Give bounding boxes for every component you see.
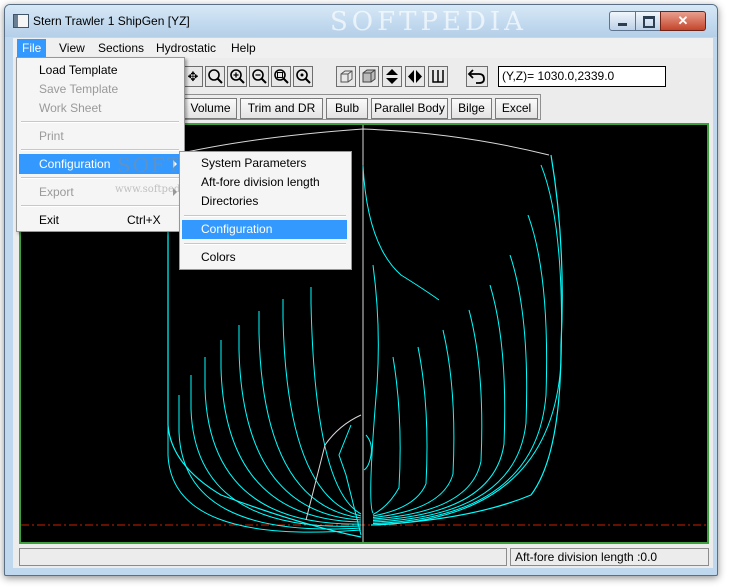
status-bar: Aft-fore division length :0.0 (19, 548, 709, 566)
zoom-fit-icon[interactable] (293, 66, 313, 87)
aft-section-line (258, 311, 362, 519)
keel-line (305, 414, 362, 521)
zoom-in-icon[interactable] (227, 66, 247, 87)
zoom-window-icon[interactable] (205, 66, 225, 87)
flip-horizontal-icon[interactable] (405, 66, 425, 87)
status-right: Aft-fore division length :0.0 (510, 548, 709, 566)
menu-separator (21, 205, 179, 207)
minimize-icon (618, 23, 627, 26)
aft-section-line (204, 357, 362, 525)
fore-section-line (370, 264, 379, 514)
close-button[interactable]: ✕ (660, 11, 706, 31)
menu-item-exit[interactable]: Exit Ctrl+X (19, 210, 180, 230)
status-left (19, 548, 507, 566)
close-icon: ✕ (677, 13, 689, 28)
menu-item-work-sheet[interactable]: Work Sheet (19, 98, 180, 118)
cube-view-icon[interactable] (336, 66, 356, 87)
aft-section-line (238, 325, 362, 521)
menu-bar: File View Sections Hydrostatic Help (13, 38, 713, 58)
menu-separator (21, 177, 179, 179)
minimize-button[interactable] (609, 11, 636, 31)
fore-section-line (372, 309, 483, 520)
menu-item-load-template[interactable]: Load Template (19, 60, 180, 80)
aft-section-line (282, 299, 362, 517)
file-menu-dropdown: Load Template Save Template Work Sheet P… (16, 57, 257, 232)
menu-hydrostatic[interactable]: Hydrostatic (151, 39, 221, 57)
menu-item-save-template[interactable]: Save Template (19, 79, 180, 99)
section-view-icon[interactable] (428, 66, 448, 87)
aft-section-line (178, 395, 362, 530)
exit-shortcut: Ctrl+X (127, 213, 161, 227)
flip-vertical-icon[interactable] (382, 66, 402, 87)
app-icon[interactable] (13, 14, 29, 28)
submenu-separator (184, 243, 346, 245)
bulb-button[interactable]: Bulb (326, 98, 368, 119)
bilge-button[interactable]: Bilge (451, 98, 492, 119)
title-bar[interactable]: Stern Trawler 1 ShipGen [YZ] SOFTPEDIA ✕ (5, 5, 717, 37)
configuration-submenu: System Parameters Aft-fore division leng… (179, 151, 352, 270)
menu-separator (21, 149, 179, 151)
maximize-icon (643, 16, 655, 28)
submenu-item-system-parameters[interactable]: System Parameters (182, 154, 347, 173)
window-title: Stern Trawler 1 ShipGen [YZ] (33, 14, 190, 28)
submenu-item-colors[interactable]: Colors (182, 248, 347, 267)
zoom-out-icon[interactable] (249, 66, 269, 87)
fore-section-line (372, 284, 506, 521)
menu-file[interactable]: File (17, 39, 47, 57)
menu-item-print[interactable]: Print (19, 126, 180, 146)
fore-section-line (372, 164, 563, 526)
coordinates-field: (Y,Z)= 1030.0,2339.0 (498, 66, 666, 87)
undo-icon[interactable] (466, 66, 488, 87)
excel-button[interactable]: Excel (495, 98, 538, 119)
aft-section-line (310, 287, 362, 515)
fore-section-line (372, 329, 455, 518)
menu-separator (21, 121, 179, 123)
submenu-item-aft-fore-division-length[interactable]: Aft-fore division length (182, 173, 347, 192)
maximize-button[interactable] (635, 11, 661, 31)
submenu-item-configuration[interactable]: Configuration (182, 220, 347, 239)
parallel-body-button[interactable]: Parallel Body (371, 98, 448, 119)
trim-and-dr-button[interactable]: Trim and DR (240, 98, 323, 119)
menu-sections[interactable]: Sections (93, 39, 149, 57)
box-view-icon[interactable] (359, 66, 379, 87)
pan-icon[interactable]: ✥ (183, 66, 203, 87)
menu-help[interactable]: Help (226, 39, 261, 57)
menu-view[interactable]: View (54, 39, 90, 57)
submenu-item-directories[interactable]: Directories (182, 192, 347, 211)
submenu-separator (184, 215, 346, 217)
bulb-line (363, 434, 372, 471)
zoom-all-icon[interactable] (271, 66, 291, 87)
volume-button[interactable]: Volume (184, 98, 237, 119)
hull-toolbar: Volume Trim and DR Bulb Parallel Body Bi… (179, 94, 541, 120)
watermark: SOFTPEDIA (330, 7, 527, 37)
